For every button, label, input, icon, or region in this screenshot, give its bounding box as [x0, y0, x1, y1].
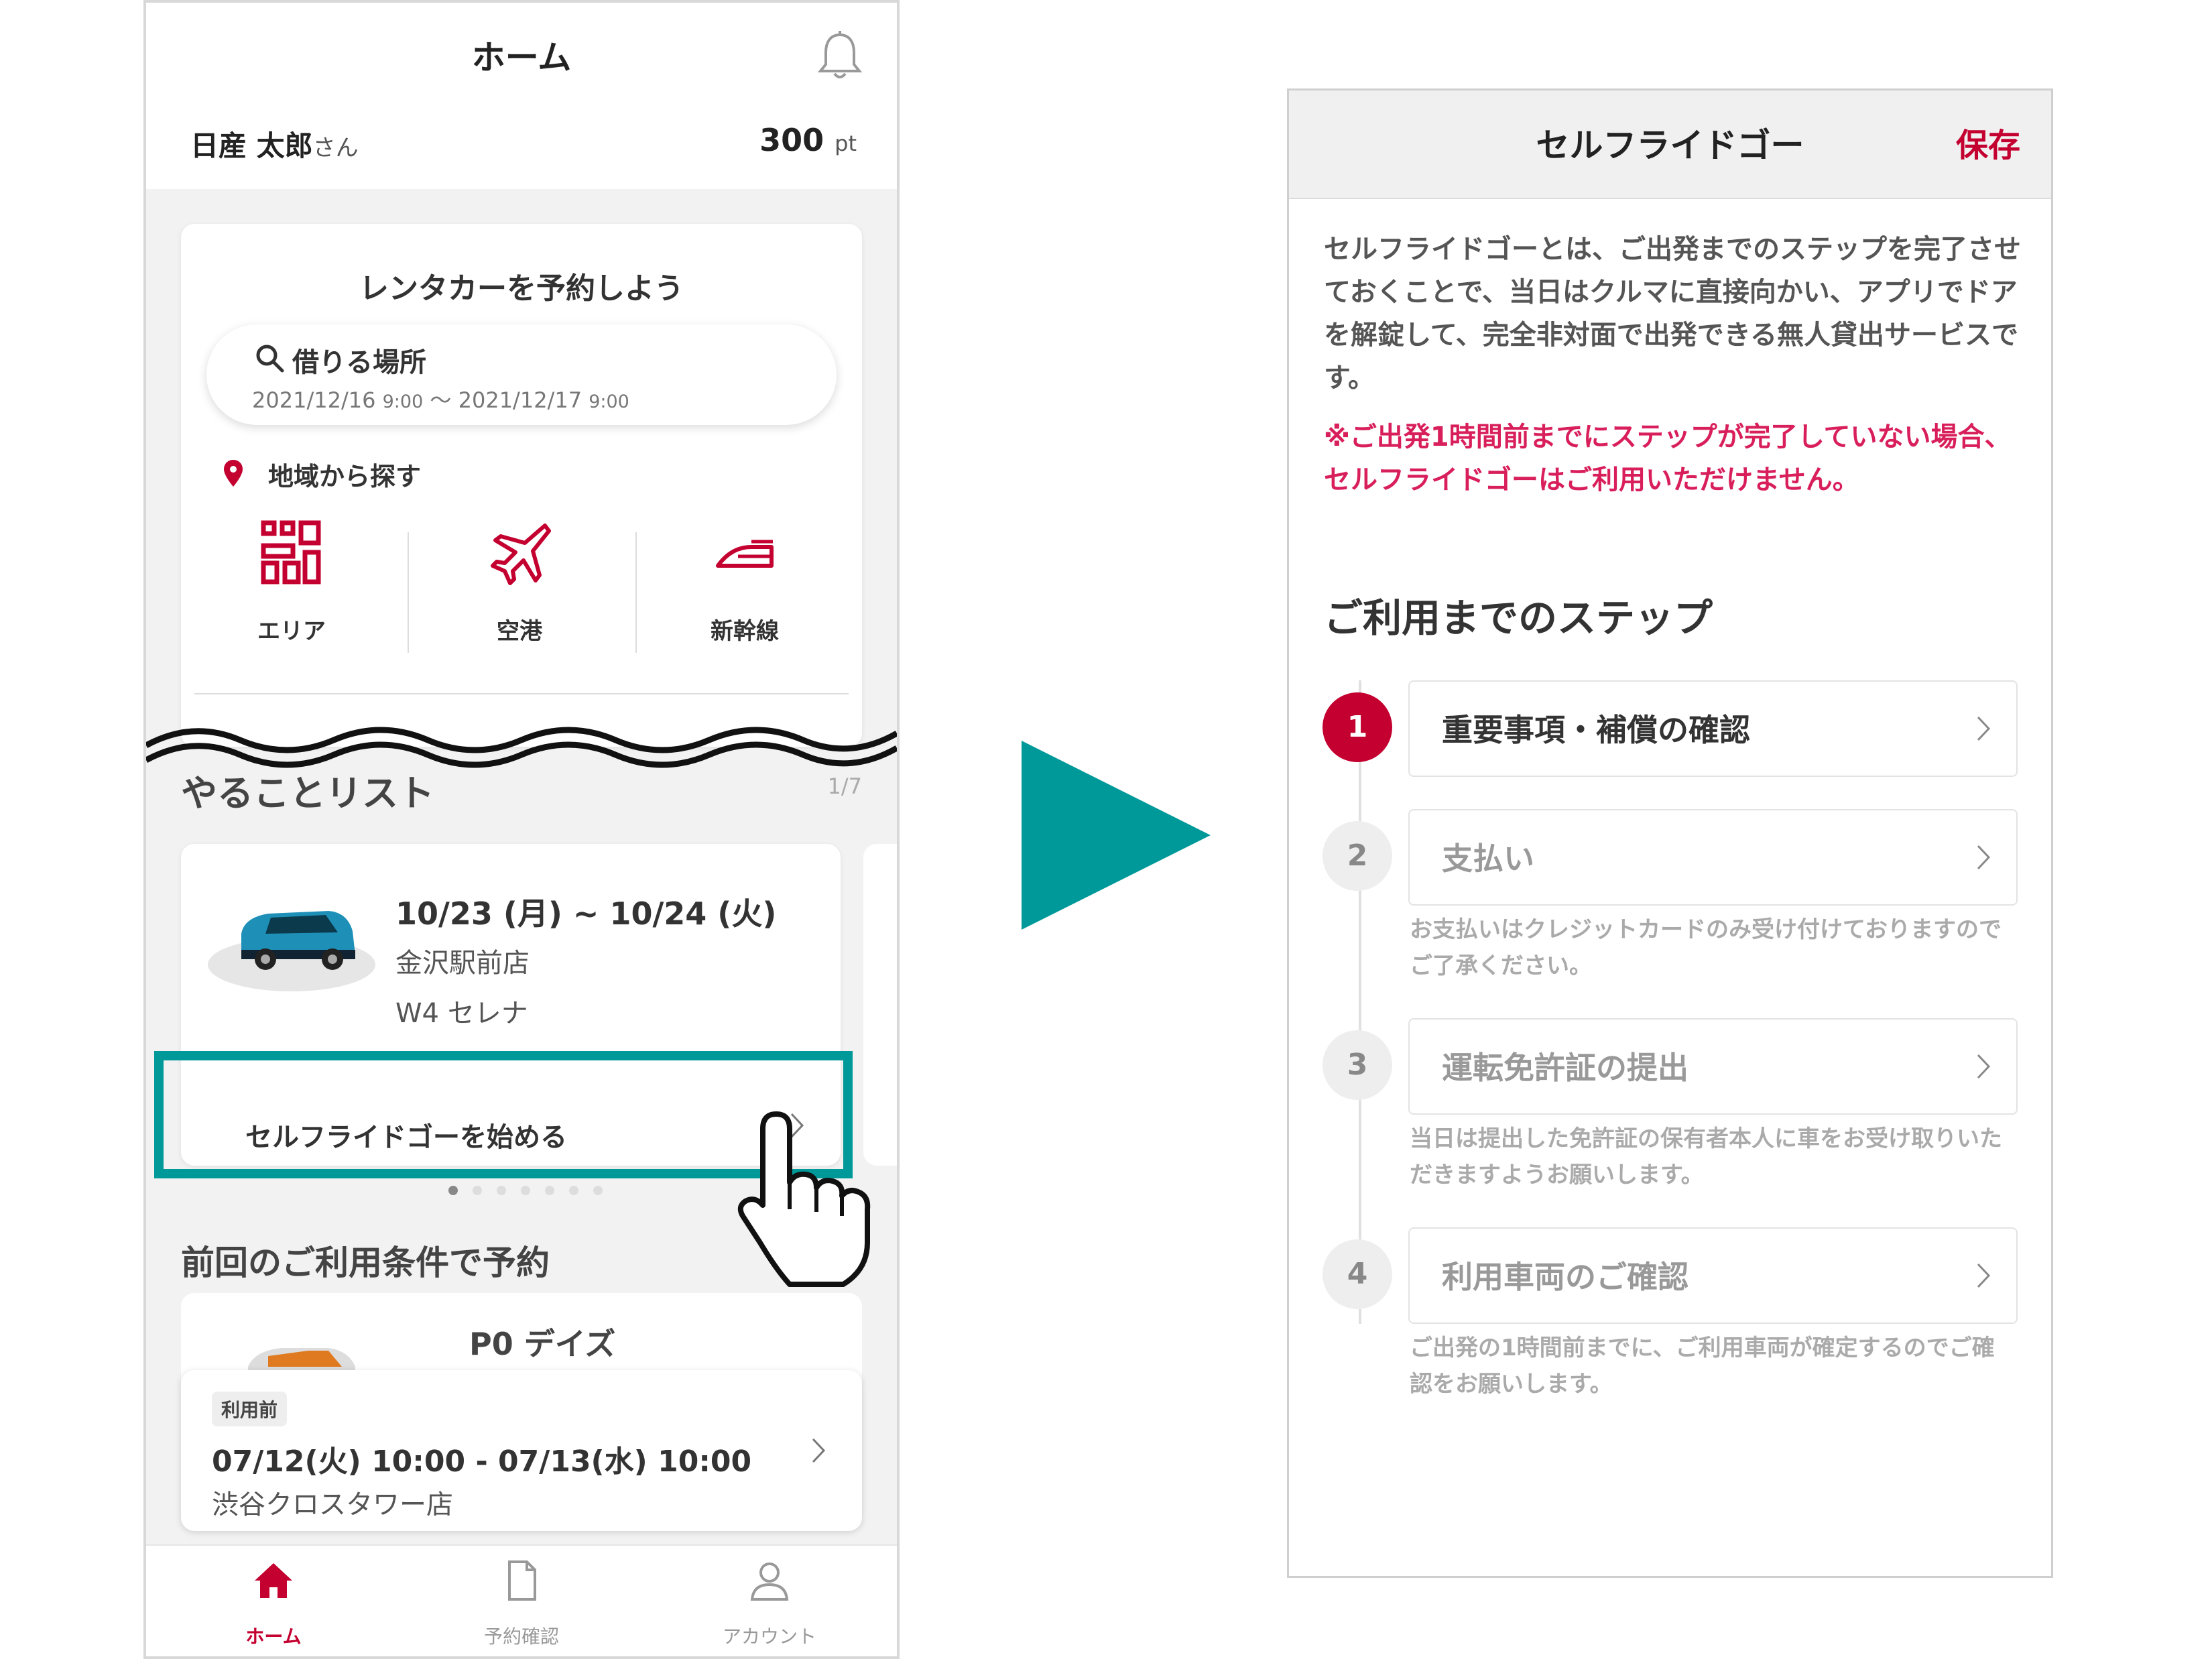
tab-label: ホーム: [245, 1625, 302, 1648]
points-unit: pt: [835, 131, 857, 156]
self-ride-go-header: セルフライドゴー 保存: [1289, 90, 2051, 199]
home-screen: ホーム 日産 太郎さん 300 pt レンタカーを予約しよう 借りる場所 202…: [143, 0, 900, 1659]
step-vehicle-confirm[interactable]: 利用車両のご確認: [1408, 1227, 2018, 1324]
tab-label: 予約確認: [483, 1625, 559, 1648]
reservation-model: W4 セレナ: [395, 998, 528, 1029]
date-to: 2021/12/17: [458, 387, 582, 413]
tab-reservations[interactable]: 予約確認: [421, 1559, 622, 1653]
shinkansen-icon: [716, 540, 774, 568]
search-dates: 2021/12/16 9:00 ～ 2021/12/17 9:00: [252, 383, 629, 414]
warning-text: ※ご出発1時間前までにステップが完了していない場合、セルフライドゴーはご利用いた…: [1324, 422, 2012, 495]
points: 300 pt: [759, 122, 857, 158]
airplane-icon: [491, 524, 551, 585]
chevron-right-icon: [1977, 716, 1991, 741]
step-number: 1: [1323, 692, 1392, 762]
bell-icon[interactable]: [816, 29, 863, 83]
step-number: 2: [1323, 821, 1392, 891]
car-image: [241, 911, 355, 970]
category-label: 新幹線: [711, 618, 779, 645]
tab-account[interactable]: アカウント: [669, 1559, 870, 1653]
home-icon: [255, 1563, 292, 1598]
tab-bar: ホーム 予約確認 アカウント: [146, 1544, 897, 1656]
chevron-right-icon: [1977, 845, 1991, 870]
step-number: 3: [1323, 1030, 1392, 1100]
save-button[interactable]: 保存: [1956, 119, 2020, 166]
steps-connector-line: [1359, 680, 1361, 1324]
booking-shop: 渋谷クロスタワー店: [212, 1489, 453, 1520]
todo-title: やることリスト: [181, 772, 434, 814]
chevron-right-icon: [1977, 1263, 1991, 1288]
time-to: 9:00: [589, 391, 629, 412]
points-value: 300: [759, 122, 824, 158]
category-area[interactable]: エリア: [181, 519, 402, 653]
reserve-card: レンタカーを予約しよう 借りる場所 2021/12/16 9:00 ～ 2021…: [181, 224, 862, 747]
person-icon: [750, 1562, 789, 1601]
previous-model: P0 デイズ: [469, 1326, 616, 1362]
time-from: 9:00: [382, 391, 424, 412]
user-suffix: さん: [312, 135, 359, 162]
page-title: セルフライドゴー: [1536, 126, 1804, 165]
step-payment[interactable]: 支払い: [1408, 809, 2018, 906]
step-note: お支払いはクレジットカードのみ受け付けておりますのでご了承ください。: [1410, 916, 2002, 979]
home-header: ホーム 日産 太郎さん 300 pt: [146, 3, 897, 189]
carousel-dots: [448, 1186, 603, 1195]
step-label: 運転免許証の提出: [1442, 1050, 1688, 1086]
location-search[interactable]: 借りる場所 2021/12/16 9:00 ～ 2021/12/17 9:00: [206, 324, 837, 425]
chevron-right-icon: [812, 1438, 826, 1463]
step-number: 4: [1323, 1239, 1392, 1309]
date-separator: ～: [430, 387, 452, 413]
user-name: 日産 太郎さん: [190, 123, 359, 164]
tab-home[interactable]: ホーム: [173, 1559, 374, 1653]
reservation-dates: 10/23 (月) ~ 10/24 (火): [395, 896, 777, 932]
step-label: 重要事項・補償の確認: [1442, 712, 1750, 748]
reservation-shop: 金沢駅前店: [395, 948, 530, 979]
next-step-arrow-icon: [1022, 741, 1211, 930]
date-from: 2021/12/16: [252, 387, 376, 413]
user-name-text: 日産 太郎: [190, 129, 313, 162]
reserve-title: レンタカーを予約しよう: [359, 271, 684, 306]
service-description: セルフライドゴーとは、ご出発までのステップを完了させておくことで、当日はクルマに…: [1324, 234, 2021, 393]
step-license[interactable]: 運転免許証の提出: [1408, 1018, 2018, 1115]
status-badge: 利用前: [212, 1392, 288, 1426]
page-title: ホーム: [471, 38, 572, 77]
card-divider: [194, 693, 849, 694]
category-shinkansen[interactable]: 新幹線: [634, 519, 855, 653]
previous-conditions-title: 前回のご利用条件で予約: [181, 1243, 550, 1282]
category-label: 空港: [497, 618, 542, 645]
search-label: 借りる場所: [292, 347, 426, 378]
chevron-right-icon: [1977, 1054, 1991, 1079]
hand-pointer-icon: [737, 1111, 871, 1287]
category-label: エリア: [257, 618, 326, 645]
step-label: 支払い: [1442, 841, 1534, 877]
step-label: 利用車両のご確認: [1442, 1259, 1688, 1295]
booking-dates: 07/12(火) 10:00 - 07/13(水) 10:00: [212, 1445, 752, 1479]
step-note: 当日は提出した免許証の保有者本人に車をお受け取りいただきますようお願いします。: [1410, 1125, 2002, 1188]
category-airport[interactable]: 空港: [409, 519, 630, 653]
steps-title: ご利用までのステップ: [1324, 595, 1713, 641]
area-icon: [261, 520, 321, 585]
step-note: ご出発の1時間前までに、ご利用車両が確定するのでご確認をお願いします。: [1410, 1335, 1995, 1398]
search-icon: [256, 345, 284, 373]
region-search-label[interactable]: 地域から探す: [268, 456, 421, 493]
document-icon: [508, 1560, 536, 1601]
location-pin-icon: [224, 460, 243, 487]
step-important-items[interactable]: 重要事項・補償の確認: [1408, 680, 2018, 777]
booking-card[interactable]: 利用前 07/12(火) 10:00 - 07/13(水) 10:00 渋谷クロ…: [181, 1370, 862, 1531]
todo-count: 1/7: [827, 774, 863, 799]
tab-label: アカウント: [722, 1625, 816, 1648]
self-ride-go-screen: セルフライドゴー 保存 セルフライドゴーとは、ご出発までのステップを完了させてお…: [1287, 88, 2053, 1578]
